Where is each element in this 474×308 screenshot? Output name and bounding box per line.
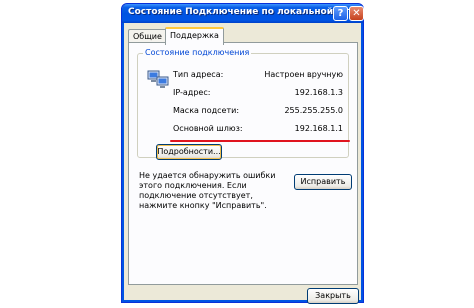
tab-support[interactable]: Поддержка	[165, 27, 224, 45]
status-dialog: Состояние Подключение по локальной сети …	[121, 3, 364, 304]
tab-panel: Состояние подключения Тип адреса: Настро…	[128, 42, 358, 285]
repair-info-text: Не удается обнаружить ошибки этого подкл…	[139, 171, 276, 210]
subnet-mask-label: Маска подсети:	[173, 106, 240, 115]
details-button[interactable]: Подробности...	[156, 144, 222, 160]
subnet-mask-value: 255.255.255.0	[284, 106, 343, 115]
close-window-button[interactable]: ✕	[349, 6, 364, 21]
repair-button[interactable]: Исправить	[294, 174, 352, 190]
group-label: Состояние подключения	[143, 48, 252, 58]
address-type-value: Настроен вручную	[264, 70, 343, 79]
tab-general[interactable]: Общие	[128, 29, 167, 43]
ip-address-row: IP-адрес: 192.168.1.3	[173, 87, 345, 98]
ip-address-label: IP-адрес:	[173, 88, 211, 97]
default-gateway-value: 192.168.1.1	[294, 124, 343, 133]
window-title: Состояние Подключение по локальной сети	[128, 7, 360, 17]
ip-address-value: 192.168.1.3	[294, 88, 343, 97]
help-button[interactable]: ?	[333, 6, 348, 21]
subnet-mask-row: Маска подсети: 255.255.255.0	[173, 105, 345, 116]
network-connection-icon	[147, 70, 169, 88]
default-gateway-row: Основной шлюз: 192.168.1.1	[173, 123, 345, 134]
default-gateway-label: Основной шлюз:	[173, 124, 243, 133]
connection-status-group: Состояние подключения Тип адреса: Настро…	[137, 48, 350, 160]
red-highlight-underline	[170, 140, 350, 142]
close-button[interactable]: Закрыть	[307, 288, 359, 304]
address-type-label: Тип адреса:	[173, 70, 224, 79]
title-bar[interactable]: Состояние Подключение по локальной сети …	[122, 4, 364, 23]
address-type-row: Тип адреса: Настроен вручную	[173, 69, 345, 80]
